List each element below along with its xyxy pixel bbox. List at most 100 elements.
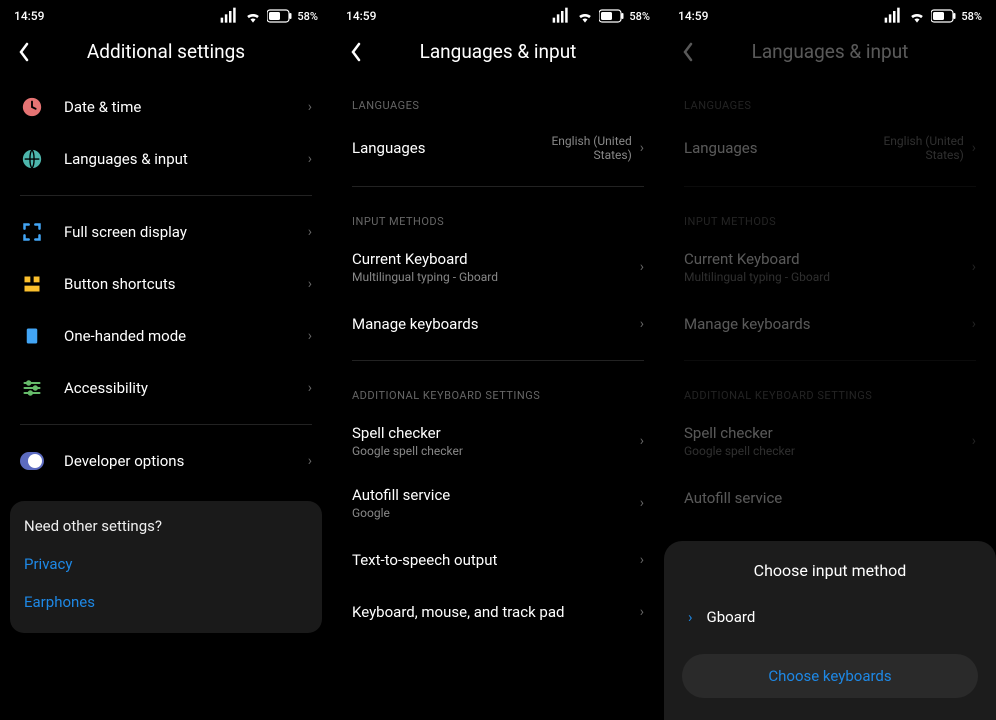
row-date-time[interactable]: Date & time› — [0, 81, 332, 133]
back-button[interactable] — [350, 42, 362, 62]
divider — [20, 195, 312, 196]
wifi-icon — [243, 6, 263, 26]
row-label: Autofill service — [352, 486, 640, 504]
back-button[interactable] — [18, 42, 30, 62]
row-spell-checker: Spell checker Google spell checker › — [664, 410, 996, 472]
status-bar: 14:59 58% — [664, 0, 996, 30]
header: Languages & input — [332, 30, 664, 81]
chevron-right-icon: › — [640, 495, 644, 511]
row-label: Button shortcuts — [64, 275, 308, 293]
row-label: Developer options — [64, 452, 308, 470]
header: Languages & input — [664, 30, 996, 81]
divider — [20, 424, 312, 425]
row-manage-keyboards[interactable]: Manage keyboards› — [332, 298, 664, 350]
row-manage-keyboards: Manage keyboards› — [664, 298, 996, 350]
fullscreen-icon — [20, 220, 44, 244]
chevron-right-icon: › — [972, 316, 976, 332]
row-one-handed[interactable]: One-handed mode› — [0, 310, 332, 362]
shortcuts-icon — [20, 272, 44, 296]
row-full-screen[interactable]: Full screen display› — [0, 206, 332, 258]
page-title: Languages & input — [678, 40, 982, 63]
page-title: Languages & input — [346, 40, 650, 63]
battery-percent: 58% — [961, 10, 982, 23]
row-label: Current Keyboard — [352, 250, 640, 268]
row-developer-options[interactable]: Developer options› — [0, 435, 332, 487]
row-button-shortcuts[interactable]: Button shortcuts› — [0, 258, 332, 310]
status-right: 58% — [551, 6, 650, 26]
sheet-option-gboard[interactable]: › Gboard — [682, 598, 978, 636]
chevron-right-icon: › — [308, 328, 312, 344]
row-value: English (United States) — [532, 134, 632, 162]
status-time: 14:59 — [346, 9, 376, 23]
row-sub: Multilingual typing - Gboard — [352, 270, 640, 284]
signal-icon — [551, 6, 571, 26]
status-time: 14:59 — [678, 9, 708, 23]
row-label: Manage keyboards — [352, 315, 640, 333]
status-bar: 14:59 58% — [0, 0, 332, 30]
chevron-right-icon: › — [640, 259, 644, 275]
chevron-right-icon: › — [640, 316, 644, 332]
sliders-icon — [20, 376, 44, 400]
chevron-right-icon: › — [640, 552, 644, 568]
status-right: 58% — [219, 6, 318, 26]
row-value: English (United States) — [864, 134, 964, 162]
back-button — [682, 42, 694, 62]
chevron-right-icon: › — [640, 140, 644, 156]
row-label: Autofill service — [684, 489, 976, 507]
battery-percent: 58% — [297, 10, 318, 23]
link-privacy[interactable]: Privacy — [24, 545, 308, 583]
row-spell-checker[interactable]: Spell checker Google spell checker › — [332, 410, 664, 472]
battery-percent: 58% — [629, 10, 650, 23]
wifi-icon — [575, 6, 595, 26]
option-label: Gboard — [707, 608, 756, 626]
row-tts[interactable]: Text-to-speech output› — [332, 534, 664, 586]
chevron-right-icon: › — [308, 380, 312, 396]
divider — [684, 186, 976, 187]
screen-additional-settings: 14:59 58% Additional settings Date & tim… — [0, 0, 332, 720]
row-label: Spell checker — [684, 424, 972, 442]
chevron-right-icon: › — [972, 259, 976, 275]
chevron-right-icon: › — [308, 151, 312, 167]
battery-icon — [267, 9, 293, 23]
globe-icon — [20, 147, 44, 171]
row-current-keyboard: Current Keyboard Multilingual typing - G… — [664, 236, 996, 298]
row-languages: Languages English (United States) › — [664, 120, 996, 176]
section-input-methods: INPUT METHODS — [332, 197, 664, 236]
header: Additional settings — [0, 30, 332, 81]
row-label: Languages — [684, 139, 864, 157]
row-current-keyboard[interactable]: Current Keyboard Multilingual typing - G… — [332, 236, 664, 298]
chevron-right-icon: › — [308, 276, 312, 292]
wifi-icon — [907, 6, 927, 26]
divider — [352, 360, 644, 361]
signal-icon — [883, 6, 903, 26]
divider — [352, 186, 644, 187]
row-label: Languages — [352, 139, 532, 157]
row-languages-input[interactable]: Languages & input› — [0, 133, 332, 185]
choose-keyboards-button[interactable]: Choose keyboards — [682, 654, 978, 698]
row-kbd-mouse-trackpad[interactable]: Keyboard, mouse, and track pad› — [332, 586, 664, 638]
chevron-right-icon: › — [640, 433, 644, 449]
section-languages: LANGUAGES — [332, 81, 664, 120]
row-languages[interactable]: Languages English (United States) › — [332, 120, 664, 176]
chevron-right-icon: › — [972, 140, 976, 156]
section-input-methods: INPUT METHODS — [664, 197, 996, 236]
page-title: Additional settings — [14, 40, 318, 63]
status-time: 14:59 — [14, 9, 44, 23]
row-sub: Multilingual typing - Gboard — [684, 270, 972, 284]
row-label: Accessibility — [64, 379, 308, 397]
row-label: Manage keyboards — [684, 315, 972, 333]
row-accessibility[interactable]: Accessibility› — [0, 362, 332, 414]
row-label: Current Keyboard — [684, 250, 972, 268]
signal-icon — [219, 6, 239, 26]
chevron-right-icon: › — [308, 224, 312, 240]
sheet-title: Choose input method — [682, 561, 978, 580]
card-title: Need other settings? — [24, 517, 308, 535]
link-earphones[interactable]: Earphones — [24, 583, 308, 621]
chevron-left-icon — [682, 42, 694, 62]
row-autofill[interactable]: Autofill service Google › — [332, 472, 664, 534]
clock-icon — [20, 95, 44, 119]
row-label: Keyboard, mouse, and track pad — [352, 603, 640, 621]
chevron-right-icon: › — [972, 433, 976, 449]
section-additional: ADDITIONAL KEYBOARD SETTINGS — [332, 371, 664, 410]
chevron-left-icon — [350, 42, 362, 62]
